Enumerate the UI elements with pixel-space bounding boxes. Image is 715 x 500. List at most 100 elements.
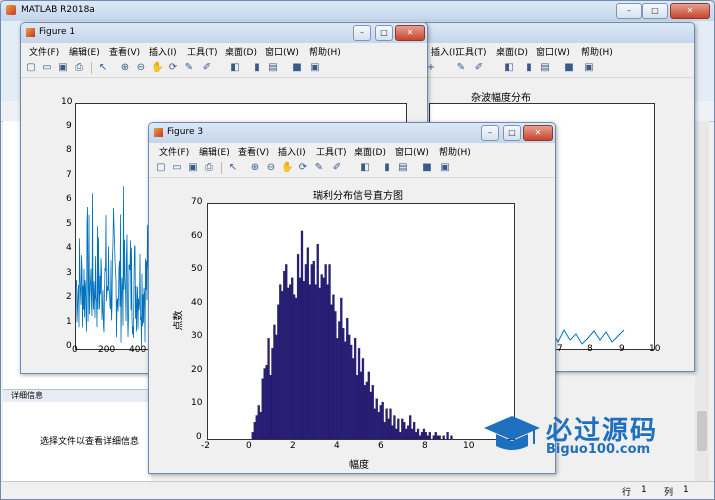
open-icon[interactable]: ▭ <box>41 62 53 74</box>
figure2-titlebar <box>421 23 694 43</box>
menu-desktop[interactable]: 桌面(D) <box>496 45 528 58</box>
close-button[interactable]: ✕ <box>670 3 710 19</box>
figure1-minimize-button[interactable]: – <box>353 25 371 41</box>
f3-menu-help[interactable]: 帮助(H) <box>439 145 471 158</box>
menu-insert[interactable]: 插入(I) <box>431 45 459 58</box>
data-cursor-icon[interactable]: ✎ <box>183 62 195 74</box>
data-cursor-icon[interactable]: ✎ <box>313 162 325 174</box>
figure3-close-button[interactable]: ✕ <box>523 125 553 141</box>
histogram-bar <box>407 425 410 439</box>
zoom-in-icon[interactable]: ⊕ <box>249 162 261 174</box>
f1-ytick: 5 <box>66 219 72 229</box>
maximize-button[interactable]: □ <box>642 3 668 19</box>
legend-icon[interactable]: ▤ <box>539 62 551 74</box>
f1-menu-view[interactable]: 查看(V) <box>109 45 140 58</box>
histogram-bar <box>326 284 329 439</box>
figure1-maximize-button[interactable]: □ <box>375 25 393 41</box>
rotate-icon[interactable]: ⟳ <box>167 62 179 74</box>
figure3-minimize-button[interactable]: – <box>481 125 499 141</box>
new-figure-icon[interactable]: ▢ <box>155 162 167 174</box>
histogram-bar <box>302 281 306 439</box>
f3-menu-desktop[interactable]: 桌面(D) <box>354 145 386 158</box>
link-icon[interactable]: ◧ <box>359 162 371 174</box>
dock-icon[interactable]: ▣ <box>439 162 451 174</box>
legend-icon[interactable]: ▤ <box>267 62 279 74</box>
pan-icon[interactable]: ✋ <box>151 62 163 74</box>
histogram-bar <box>294 297 298 439</box>
menu-help[interactable]: 帮助(H) <box>581 45 613 58</box>
f3-menu-insert[interactable]: 插入(I) <box>278 145 306 158</box>
save-icon[interactable]: ▣ <box>57 62 69 74</box>
figure1-titlebar: Figure 1 – □ ✕ <box>21 23 427 43</box>
right-scrollbar[interactable] <box>695 121 709 481</box>
figure1-close-button[interactable]: ✕ <box>395 25 425 41</box>
save-icon[interactable]: ▣ <box>187 162 199 174</box>
histogram-bar <box>377 411 380 439</box>
f3-menu-file[interactable]: 文件(F) <box>159 145 189 158</box>
menu-tools[interactable]: 工具(T) <box>456 45 487 58</box>
f3-menu-tools[interactable]: 工具(T) <box>316 145 347 158</box>
f1-xtick: 400 <box>129 345 147 355</box>
f1-menu-window[interactable]: 窗口(W) <box>265 45 299 58</box>
toolbar-separator <box>91 62 92 74</box>
figure3-maximize-button[interactable]: □ <box>503 125 521 141</box>
data-cursor-icon[interactable]: ✎ <box>455 62 467 74</box>
brush-icon[interactable]: ✐ <box>331 162 343 174</box>
brush-icon[interactable]: ✐ <box>473 62 485 74</box>
new-figure-icon[interactable]: ▢ <box>25 62 37 74</box>
f3-menu-window[interactable]: 窗口(W) <box>395 145 429 158</box>
histogram-bar <box>395 428 398 439</box>
print-icon[interactable]: ⎙ <box>203 162 215 174</box>
f1-xtick: 200 <box>98 345 116 355</box>
rotate-icon[interactable]: ⟳ <box>297 162 309 174</box>
pointer-icon[interactable]: ↖ <box>227 162 239 174</box>
f3-menu-view[interactable]: 查看(V) <box>238 145 269 158</box>
open-icon[interactable]: ▭ <box>171 162 183 174</box>
brush-icon[interactable]: ✐ <box>201 62 213 74</box>
print-icon[interactable]: ⎙ <box>73 62 85 74</box>
f1-menu-file[interactable]: 文件(F) <box>29 45 59 58</box>
zoom-out-icon[interactable]: ⊖ <box>135 62 147 74</box>
f1-menu-help[interactable]: 帮助(H) <box>309 45 341 58</box>
histogram-bar <box>367 371 371 439</box>
legend-icon[interactable]: ▤ <box>397 162 409 174</box>
histogram-bar <box>346 317 349 439</box>
minimize-button[interactable]: – <box>616 3 642 19</box>
hide-tools-icon[interactable]: ■ <box>421 162 433 174</box>
colorbar-icon[interactable]: ▮ <box>251 62 263 74</box>
histogram-bar <box>411 428 414 439</box>
hide-tools-icon[interactable]: ■ <box>563 62 575 74</box>
pointer-icon[interactable]: ↖ <box>97 62 109 74</box>
histogram-bar <box>416 428 420 439</box>
histogram-bar <box>436 435 439 439</box>
hide-tools-icon[interactable]: ■ <box>291 62 303 74</box>
histogram-bar <box>334 311 337 439</box>
details-header: 详细信息 <box>3 389 151 402</box>
details-header-label: 详细信息 <box>11 391 43 400</box>
histogram-plot <box>251 230 453 439</box>
pan-icon[interactable]: ✋ <box>281 162 293 174</box>
f1-menu-tools[interactable]: 工具(T) <box>187 45 218 58</box>
histogram-bar <box>332 294 335 439</box>
colorbar-icon[interactable]: ▮ <box>381 162 393 174</box>
zoom-out-icon[interactable]: ⊖ <box>265 162 277 174</box>
link-icon[interactable]: ◧ <box>503 62 515 74</box>
histogram-bar <box>342 328 345 439</box>
dock-icon[interactable]: ▣ <box>583 62 595 74</box>
f3-menu-edit[interactable]: 编辑(E) <box>199 145 230 158</box>
f1-menu-edit[interactable]: 编辑(E) <box>69 45 100 58</box>
f1-menu-desktop[interactable]: 桌面(D) <box>225 45 257 58</box>
colorbar-icon[interactable]: ▮ <box>523 62 535 74</box>
f1-menu-insert[interactable]: 插入(I) <box>149 45 177 58</box>
f3-ytick: 70 <box>191 197 203 207</box>
scroll-thumb[interactable] <box>697 411 707 451</box>
histogram-bar <box>253 422 256 439</box>
histogram-bar <box>422 428 426 439</box>
dock-icon[interactable]: ▣ <box>309 62 321 74</box>
menu-window[interactable]: 窗口(W) <box>536 45 570 58</box>
link-icon[interactable]: ◧ <box>229 62 241 74</box>
figure3-axes <box>207 203 515 440</box>
zoom-in-icon[interactable]: ⊕ <box>119 62 131 74</box>
histogram-bar <box>371 385 374 439</box>
histogram-bar <box>300 230 304 439</box>
